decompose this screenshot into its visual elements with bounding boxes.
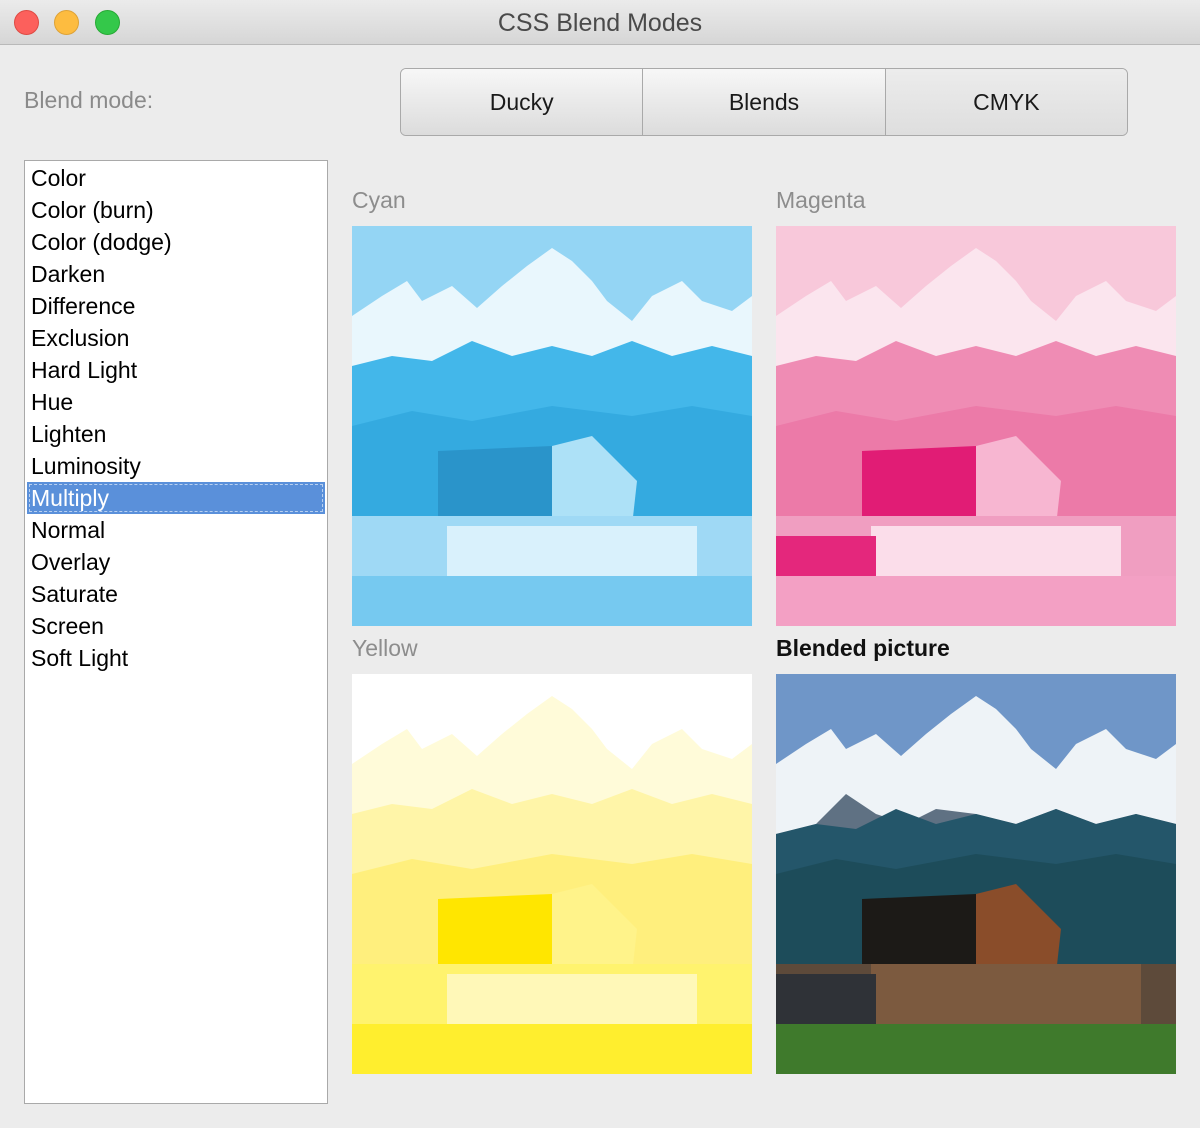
blend-mode-option-lighten[interactable]: Lighten xyxy=(27,418,325,450)
magenta-channel-image xyxy=(776,226,1176,626)
window-title: CSS Blend Modes xyxy=(497,9,703,37)
yellow-scene xyxy=(352,696,752,1074)
blend-mode-option-overlay[interactable]: Overlay xyxy=(27,546,325,578)
tab-ducky[interactable]: Ducky xyxy=(401,69,644,135)
tab-blends[interactable]: Blends xyxy=(643,69,886,135)
blend-mode-option-color[interactable]: Color xyxy=(27,162,325,194)
blend-mode-option-hard-light[interactable]: Hard Light xyxy=(27,354,325,386)
magenta-scene xyxy=(776,226,1176,626)
blend-mode-option-hue[interactable]: Hue xyxy=(27,386,325,418)
blend-mode-option-color-dodge[interactable]: Color (dodge) xyxy=(27,226,325,258)
blend-mode-option-difference[interactable]: Difference xyxy=(27,290,325,322)
image-set-segmented-control: Ducky Blends CMYK xyxy=(400,68,1128,136)
blend-mode-option-multiply[interactable]: Multiply xyxy=(27,482,325,514)
cyan-scene xyxy=(352,226,752,626)
yellow-channel-image xyxy=(352,674,752,1074)
blend-mode-option-normal[interactable]: Normal xyxy=(27,514,325,546)
blend-mode-option-color-burn[interactable]: Color (burn) xyxy=(27,194,325,226)
magenta-label: Magenta xyxy=(776,187,866,213)
blend-mode-list[interactable]: Color Color (burn) Color (dodge) Darken Diff… xyxy=(24,160,328,1104)
blended-picture-image xyxy=(776,674,1176,1074)
cyan-channel-image xyxy=(352,226,752,626)
blend-mode-option-soft-light[interactable]: Soft Light xyxy=(27,642,325,674)
title-bar: CSS Blend Modes xyxy=(0,0,1200,45)
blend-mode-option-darken[interactable]: Darken xyxy=(27,258,325,290)
blend-mode-option-saturate[interactable]: Saturate xyxy=(27,578,325,610)
tab-cmyk[interactable]: CMYK xyxy=(885,69,1127,135)
blend-mode-option-screen[interactable]: Screen xyxy=(27,610,325,642)
blend-mode-option-luminosity[interactable]: Luminosity xyxy=(27,450,325,482)
cyan-label: Cyan xyxy=(352,187,406,213)
app-window: CSS Blend Modes Blend mode: Ducky Blends… xyxy=(0,0,1200,1128)
yellow-label: Yellow xyxy=(352,635,418,661)
blended-picture-label: Blended picture xyxy=(776,635,950,661)
blend-mode-label: Blend mode: xyxy=(24,87,154,113)
blend-mode-option-exclusion[interactable]: Exclusion xyxy=(27,322,325,354)
